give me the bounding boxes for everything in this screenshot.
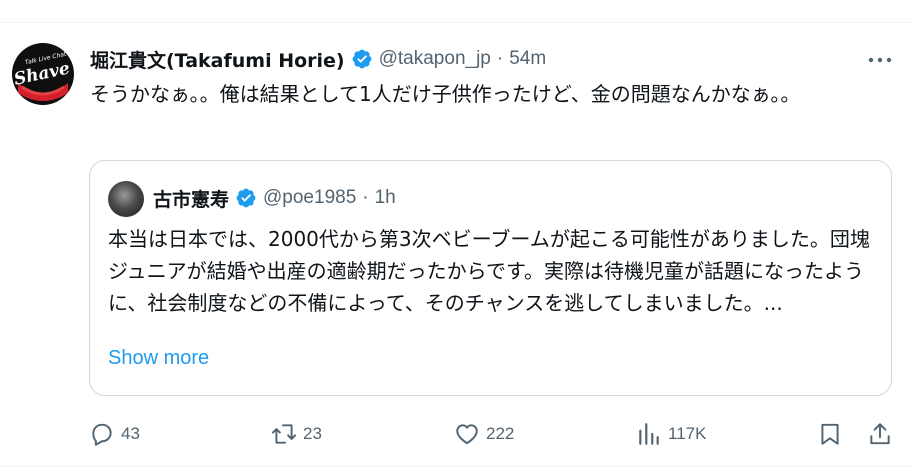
quoted-tweet-header: 古市憲寿 @poe1985 · 1h	[153, 183, 396, 213]
reply-count: 43	[121, 424, 140, 443]
share-icon	[870, 423, 890, 445]
quoted-tweet-card[interactable]: 古市憲寿 @poe1985 · 1h 本当は日本では、2000代から第3次ベビー…	[89, 160, 892, 396]
top-divider	[0, 22, 914, 23]
bookmark-icon	[821, 423, 839, 445]
bottom-divider	[0, 466, 914, 467]
quoted-author-name: 古市憲寿	[153, 188, 230, 211]
retweet-icon	[271, 424, 297, 444]
retweet-button[interactable]: 23	[271, 416, 322, 452]
shave-logo: Shave Talk Live Chat	[12, 51, 72, 101]
show-more-link[interactable]: Show more	[108, 347, 209, 370]
quoted-author-handle: @poe1985	[263, 187, 357, 208]
tweet-actions-bar: 43 23 222 117K	[0, 416, 914, 452]
separator-dot: ·	[496, 48, 504, 69]
quoted-tweet-time: 1h	[374, 187, 396, 208]
retweet-count: 23	[303, 424, 322, 443]
like-count: 222	[486, 424, 515, 443]
like-icon	[456, 424, 478, 445]
author-name[interactable]: 堀江貴文(Takafumi Horie)	[90, 46, 345, 73]
svg-text:Shave: Shave	[12, 58, 71, 89]
share-button[interactable]	[867, 416, 893, 452]
reply-button[interactable]: 43	[89, 416, 140, 452]
views-count: 117K	[668, 424, 707, 443]
verified-badge-icon	[352, 49, 372, 69]
views-icon	[639, 423, 659, 445]
like-button[interactable]: 222	[454, 416, 514, 452]
reply-icon	[92, 423, 112, 446]
tweet-time[interactable]: 54m	[509, 48, 546, 70]
author-handle[interactable]: @takapon_jp	[379, 48, 491, 70]
verified-badge-icon	[236, 188, 256, 208]
tweet-header: 堀江貴文(Takafumi Horie) @takapon_jp · 54m	[90, 44, 546, 74]
tweet-text: そうかなぁ。。俺は結果として1人だけ子供作ったけど、金の問題なんかなぁ。。	[90, 82, 801, 106]
views-button[interactable]: 117K	[636, 416, 706, 452]
bookmark-button[interactable]	[817, 416, 843, 452]
more-icon[interactable]	[866, 50, 894, 70]
quoted-tweet-text: 本当は日本では、2000代から第3次ベビーブームが起こる可能性がありました。団塊…	[108, 227, 870, 315]
separator-dot: ·	[362, 187, 369, 208]
author-avatar[interactable]: Shave Talk Live Chat	[12, 43, 74, 105]
quoted-author-avatar	[108, 181, 144, 217]
